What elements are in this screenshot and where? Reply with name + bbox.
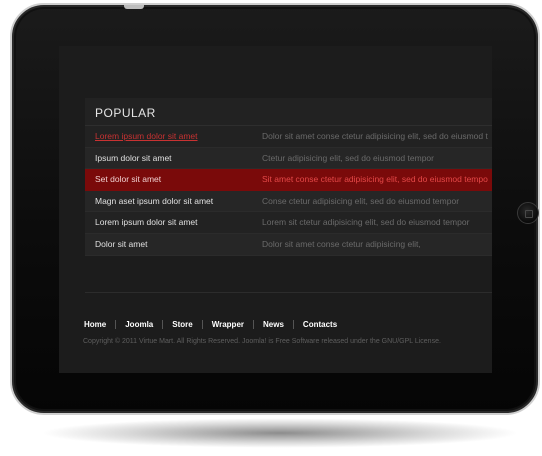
popular-panel: POPULAR Lorem ipsum dolor sit amet Dolor… xyxy=(85,98,492,256)
nav-separator xyxy=(162,320,164,329)
list-item-title[interactable]: Lorem ipsum dolor sit amet xyxy=(95,131,198,141)
list-item-desc: Dolor sit amet conse ctetur adipisicing … xyxy=(262,131,488,141)
list-item-title[interactable]: Set dolor sit amet xyxy=(95,174,161,184)
footer-nav: Home Joomla Store Wrapper News Contacts xyxy=(84,320,337,329)
list-item[interactable]: Lorem ipsum dolor sit amet Dolor sit ame… xyxy=(85,126,492,148)
list-item-desc: Ctetur adipisicing elit, sed do eiusmod … xyxy=(262,152,434,163)
list-item-active[interactable]: Set dolor sit amet Sit amet conse ctetur… xyxy=(85,169,492,191)
nav-separator xyxy=(253,320,255,329)
list-item[interactable]: Lorem ipsum dolor sit amet Lorem sit cte… xyxy=(85,212,492,234)
list-item-desc: Dolor sit amet conse ctetur adipisicing … xyxy=(262,238,421,249)
list-item-title[interactable]: Ipsum dolor sit amet xyxy=(95,153,172,163)
list-item-title[interactable]: Dolor sit amet xyxy=(95,239,147,249)
copyright-text: Copyright © 2011 Virtue Mart. All Rights… xyxy=(83,338,441,345)
device-shadow xyxy=(40,418,520,448)
nav-separator xyxy=(201,320,203,329)
home-button[interactable] xyxy=(517,202,539,224)
list-item-desc: Conse ctetur adipisicing elit, sed do ei… xyxy=(262,195,460,206)
popular-list: Lorem ipsum dolor sit amet Dolor sit ame… xyxy=(85,126,492,256)
footer-divider xyxy=(85,292,492,293)
home-square-icon xyxy=(525,210,533,218)
nav-separator xyxy=(292,320,294,329)
footer-link-store[interactable]: Store xyxy=(172,320,192,329)
popular-title: POPULAR xyxy=(95,106,156,120)
list-item[interactable]: Dolor sit amet Dolor sit amet conse ctet… xyxy=(85,233,492,256)
footer-link-news[interactable]: News xyxy=(263,320,284,329)
footer-link-home[interactable]: Home xyxy=(84,320,106,329)
footer-link-wrapper[interactable]: Wrapper xyxy=(212,320,244,329)
nav-separator xyxy=(115,320,117,329)
list-item-title[interactable]: Magn aset ipsum dolor sit amet xyxy=(95,196,213,206)
list-item-desc: Sit amet conse ctetur adipisicing elit, … xyxy=(262,174,488,185)
list-item[interactable]: Ipsum dolor sit amet Ctetur adipisicing … xyxy=(85,147,492,170)
footer-link-contacts[interactable]: Contacts xyxy=(303,320,337,329)
footer-link-joomla[interactable]: Joomla xyxy=(125,320,153,329)
power-button xyxy=(124,5,144,9)
list-item-desc: Lorem sit ctetur adipisicing elit, sed d… xyxy=(262,217,470,228)
tablet-screen: POPULAR Lorem ipsum dolor sit amet Dolor… xyxy=(59,46,492,373)
list-item[interactable]: Magn aset ipsum dolor sit amet Conse cte… xyxy=(85,190,492,213)
stage: POPULAR Lorem ipsum dolor sit amet Dolor… xyxy=(0,0,542,456)
list-item-title[interactable]: Lorem ipsum dolor sit amet xyxy=(95,217,198,227)
